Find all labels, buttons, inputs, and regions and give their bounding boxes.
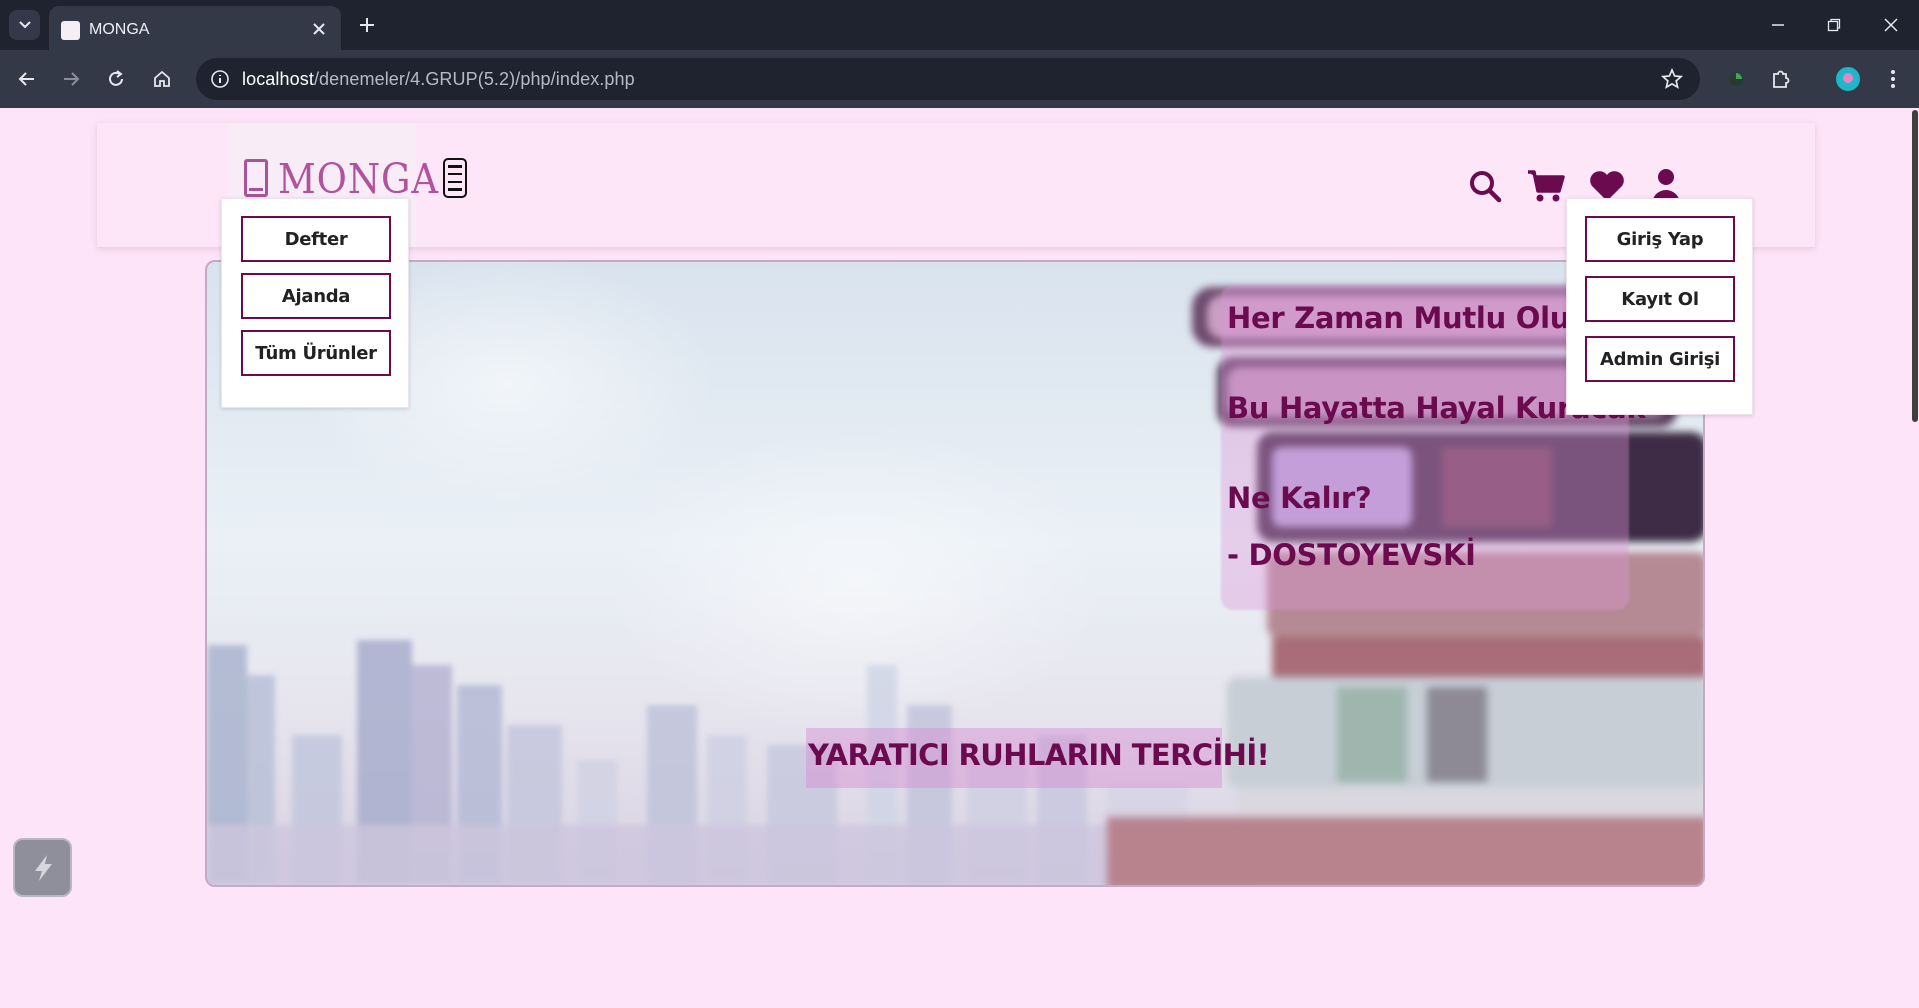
book-logo-icon: [244, 159, 268, 197]
cart-icon: [1528, 170, 1565, 202]
info-icon: [211, 70, 229, 88]
lightning-icon: [34, 854, 52, 881]
scrollbar-thumb[interactable]: [1912, 110, 1918, 422]
extension-button[interactable]: [1720, 63, 1752, 95]
favicon-icon: [61, 21, 80, 40]
category-dropdown: Defter Ajanda Tüm Ürünler: [221, 198, 409, 408]
tab-close-button[interactable]: [307, 17, 331, 41]
tab-search-button[interactable]: [9, 10, 40, 40]
extension-status-icon: [1729, 72, 1743, 86]
floating-tool-button[interactable]: [13, 838, 72, 897]
restore-icon: [1827, 18, 1841, 32]
browser-tab[interactable]: MONGA: [49, 6, 341, 50]
register-button[interactable]: Kayıt Ol: [1585, 276, 1735, 322]
reload-button[interactable]: [100, 63, 132, 95]
star-icon: [1661, 68, 1683, 89]
menu-line: [448, 188, 462, 191]
logo-text: MONGA: [278, 155, 439, 203]
category-defter-button[interactable]: Defter: [241, 216, 391, 262]
restore-button[interactable]: [1812, 8, 1856, 42]
avatar-icon: [1836, 67, 1860, 91]
extensions-menu-button[interactable]: [1765, 63, 1797, 95]
search-button[interactable]: [1466, 167, 1504, 205]
address-bar[interactable]: localhost/denemeler/4.GRUP(5.2)/php/inde…: [196, 58, 1700, 100]
home-icon: [154, 70, 170, 87]
bookmark-button[interactable]: [1658, 65, 1686, 93]
puzzle-icon: [1773, 70, 1790, 88]
close-icon: [313, 23, 325, 35]
url-path: /denemeler/4.GRUP(5.2)/php/index.php: [313, 69, 635, 89]
menu-line: [448, 172, 462, 176]
category-ajanda-button[interactable]: Ajanda: [241, 273, 391, 319]
close-icon: [1884, 18, 1898, 32]
menu-line: [448, 165, 462, 168]
search-icon: [1470, 171, 1502, 203]
browser-tab-bar: MONGA: [0, 0, 1919, 50]
profile-button[interactable]: [1832, 63, 1864, 95]
quote-line-3: Ne Kalır?: [1227, 481, 1372, 515]
close-window-button[interactable]: [1869, 8, 1913, 42]
browser-toolbar: localhost/denemeler/4.GRUP(5.2)/php/inde…: [0, 50, 1919, 108]
more-vertical-icon: [1891, 70, 1895, 88]
page-content: MONGA Her Zaman Mutlu Olursak Bu Hayatta…: [0, 108, 1910, 1008]
quote-author: - DOSTOYEVSKİ: [1227, 538, 1476, 572]
home-button[interactable]: [146, 63, 178, 95]
account-dropdown: Giriş Yap Kayıt Ol Admin Girişi: [1566, 198, 1753, 415]
hero-banner: Her Zaman Mutlu Olursak Bu Hayatta Hayal…: [205, 260, 1705, 887]
category-all-products-button[interactable]: Tüm Ürünler: [241, 330, 391, 376]
url-text: localhost/denemeler/4.GRUP(5.2)/php/inde…: [242, 69, 635, 90]
arrow-right-icon: [64, 72, 80, 86]
browser-menu-button[interactable]: [1877, 63, 1909, 95]
minimize-button[interactable]: [1756, 8, 1800, 42]
new-tab-button[interactable]: [352, 10, 382, 40]
login-button[interactable]: Giriş Yap: [1585, 216, 1735, 262]
menu-line: [448, 180, 462, 184]
arrow-left-icon: [18, 72, 34, 86]
page-scrollbar[interactable]: [1910, 108, 1919, 1008]
plus-icon: [360, 18, 374, 32]
chevron-down-icon: [18, 21, 31, 29]
cart-button[interactable]: [1527, 167, 1565, 205]
url-host: localhost: [242, 69, 314, 89]
tab-title: MONGA: [89, 21, 150, 38]
forward-button[interactable]: [55, 63, 87, 95]
admin-login-button[interactable]: Admin Girişi: [1585, 336, 1735, 382]
minimize-icon: [1772, 24, 1784, 26]
reload-icon: [109, 70, 123, 86]
menu-toggle-button[interactable]: [443, 158, 467, 198]
back-button[interactable]: [11, 63, 43, 95]
hero-tagline: YARATICI RUHLARIN TERCİHİ!: [808, 738, 1270, 772]
site-info-button[interactable]: [204, 63, 236, 95]
